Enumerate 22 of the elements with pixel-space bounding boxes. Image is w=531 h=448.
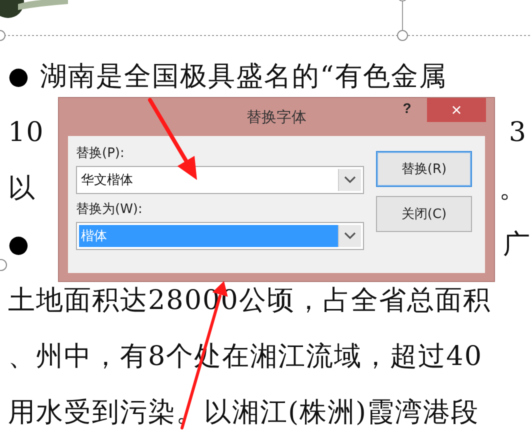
dropdown-value: 楷体	[79, 225, 338, 247]
dialog-button[interactable]: 关闭(C)	[376, 196, 472, 232]
slide-text: 湖南是全国极具盛名的“有色金属	[40, 60, 447, 94]
dropdown-button[interactable]	[338, 225, 361, 247]
chevron-down-icon	[344, 176, 356, 184]
slide-text: 3	[508, 116, 527, 148]
slide-text: 10	[8, 116, 44, 148]
dropdown-value: 华文楷体	[80, 172, 134, 190]
chevron-down-icon	[344, 232, 356, 240]
slide-text: 以	[8, 172, 36, 206]
dropdown-button[interactable]	[338, 169, 361, 191]
bullet: ●	[8, 62, 30, 90]
slide-text: 。	[499, 172, 527, 206]
slide-text: 广	[503, 228, 531, 262]
help-button[interactable]: ?	[399, 100, 415, 116]
dialog-title: 替换字体	[246, 108, 306, 126]
bullet: ●	[8, 230, 30, 258]
close-button[interactable]: ×	[427, 98, 486, 122]
field-label: 替换为(W):	[76, 201, 144, 218]
dialog-button[interactable]: 替换(R)	[376, 151, 472, 187]
field-label: 替换(P):	[76, 145, 126, 162]
font-dropdown[interactable]: 华文楷体	[76, 166, 364, 194]
